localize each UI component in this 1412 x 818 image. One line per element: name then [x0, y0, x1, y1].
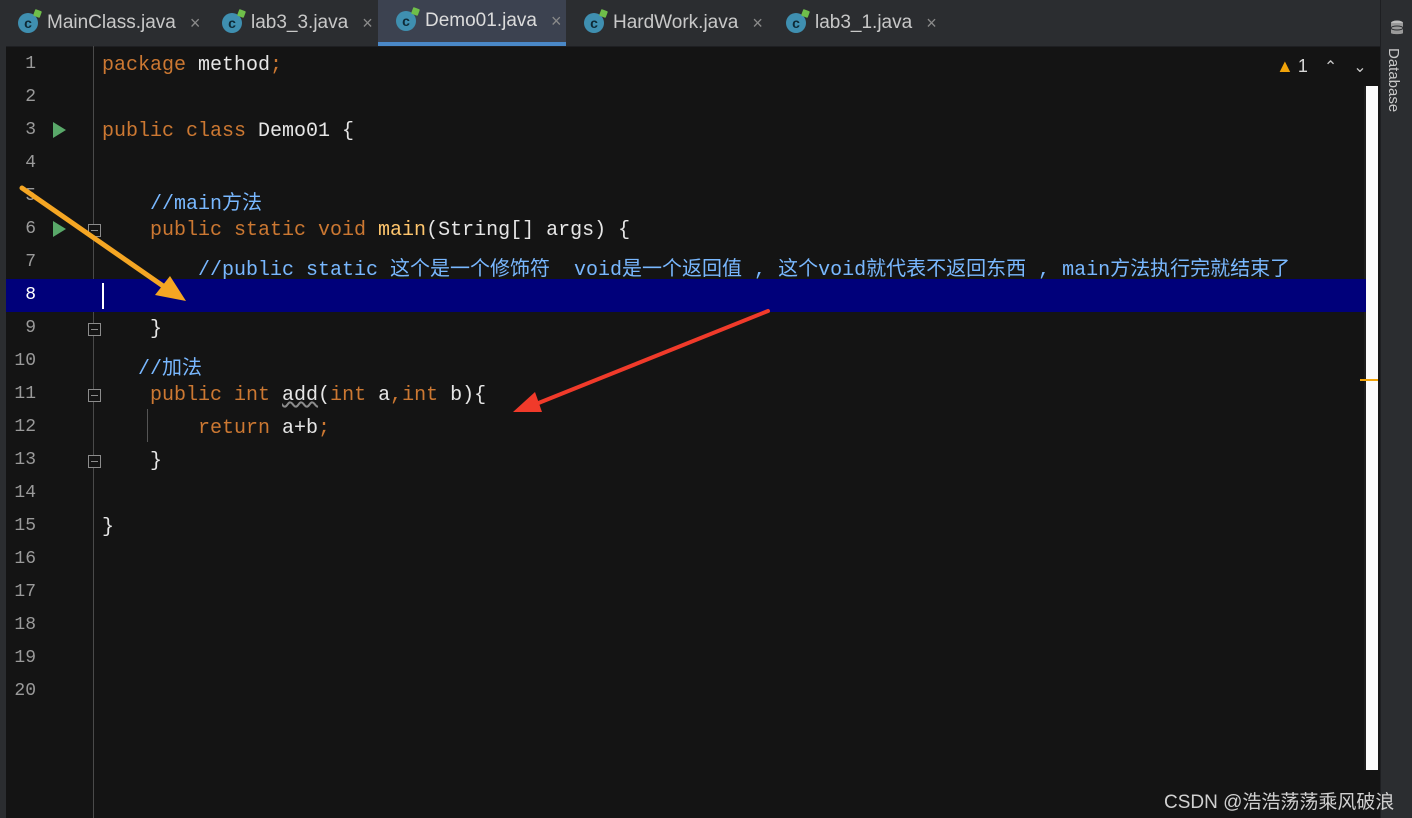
red-arrow-annotation — [513, 309, 770, 412]
yellow-arrow-annotation — [19, 185, 186, 301]
watermark: CSDN @浩浩荡荡乘风破浪 — [1164, 792, 1395, 813]
annotation-overlay — [19, 185, 770, 412]
